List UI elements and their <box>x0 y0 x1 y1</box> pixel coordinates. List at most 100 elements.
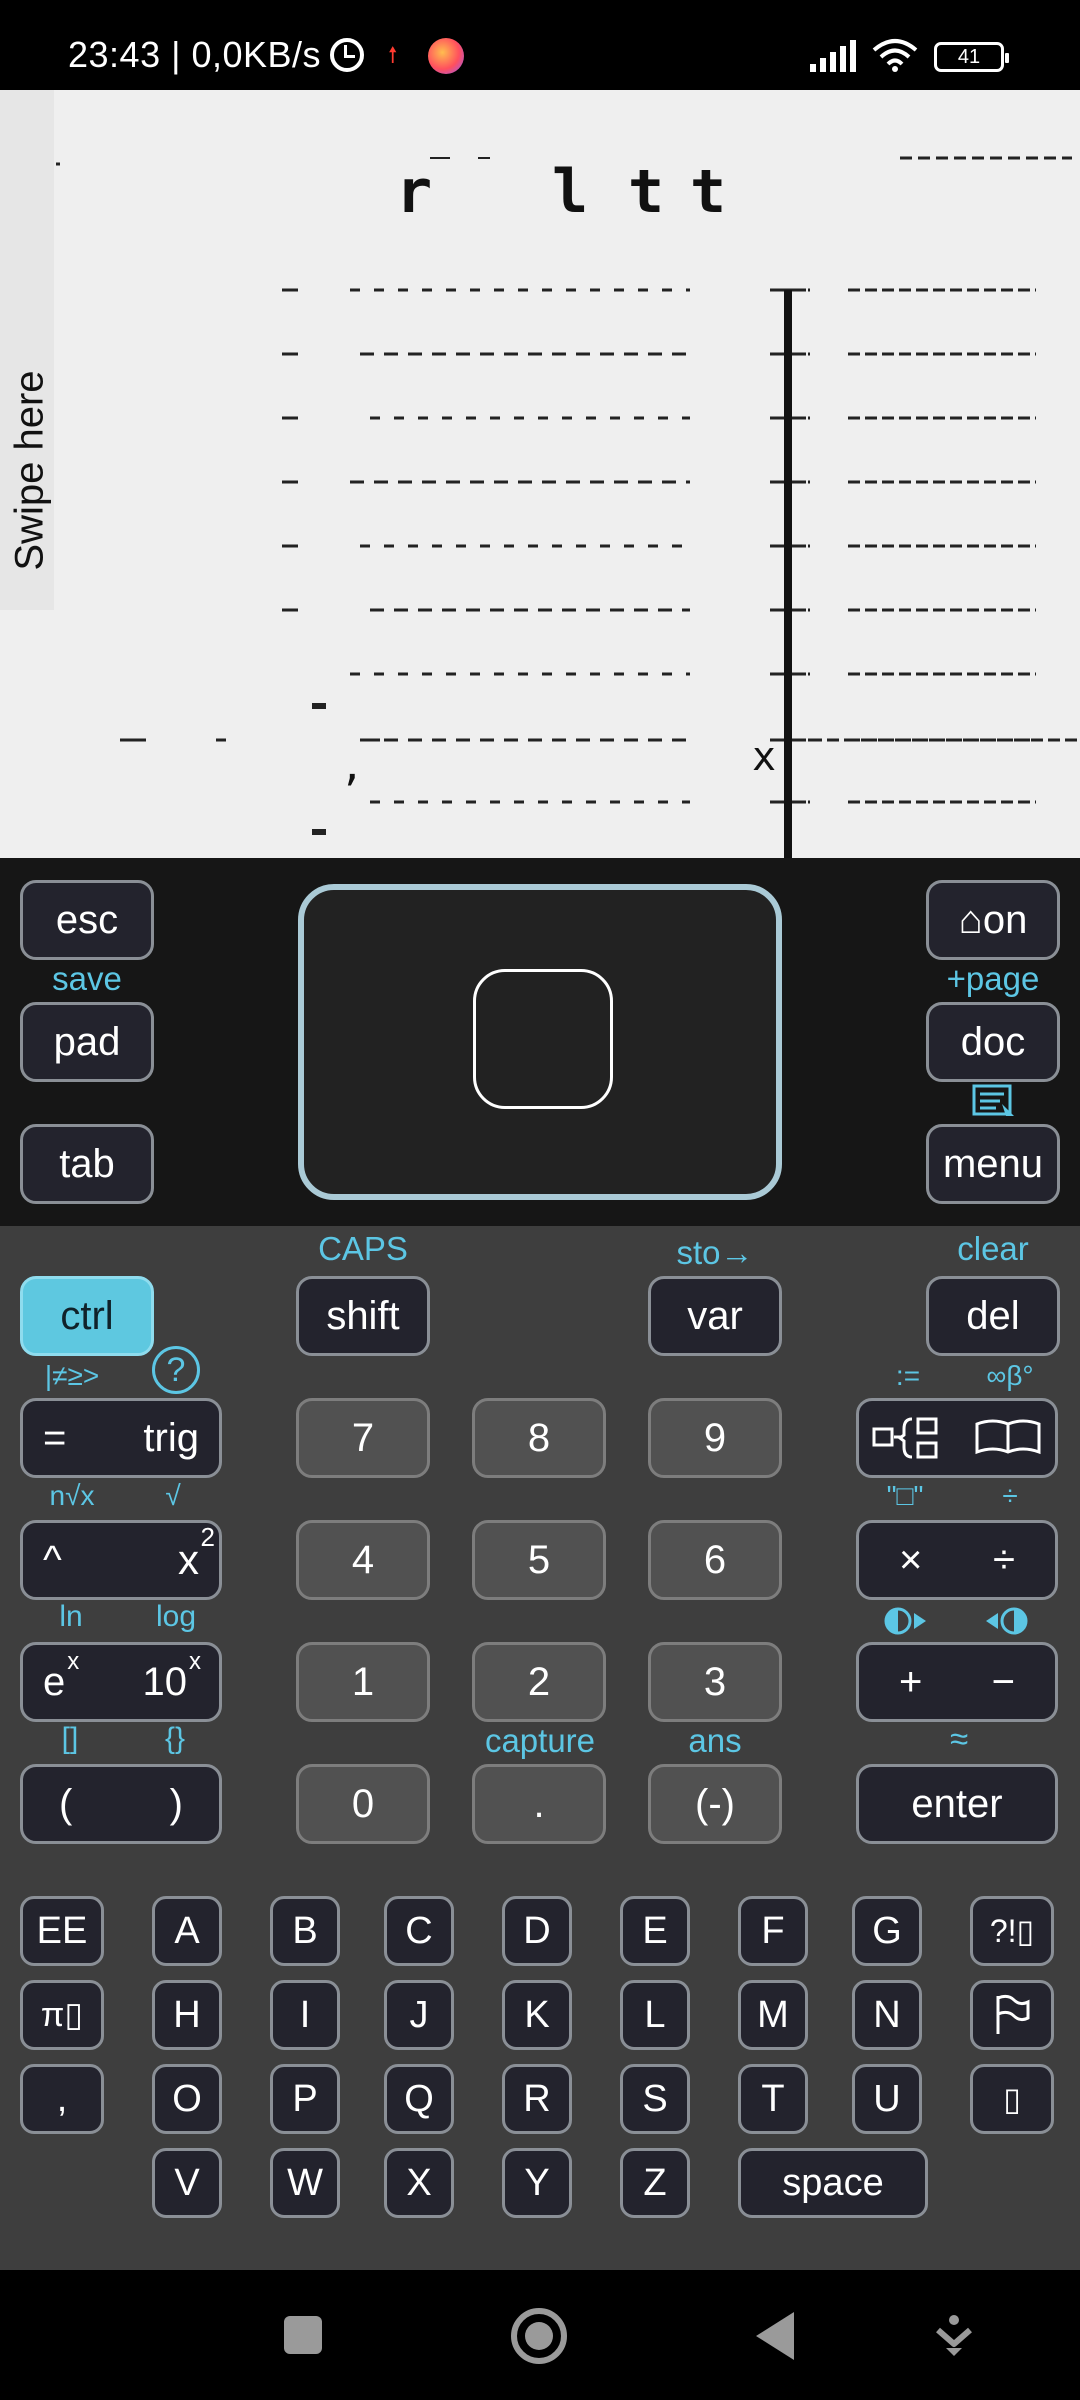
ctrl-button[interactable]: ctrl <box>20 1276 154 1356</box>
square-label: x2 <box>178 1522 215 1584</box>
letter-key-h[interactable]: H <box>152 1980 222 2050</box>
back-icon[interactable] <box>756 2312 794 2360</box>
decimal-point-button[interactable]: . <box>472 1764 606 1844</box>
key-9[interactable]: 9 <box>648 1398 782 1478</box>
letter-key-d[interactable]: D <box>502 1896 572 1966</box>
menu-label: menu <box>942 1141 1044 1186</box>
letter-key-x[interactable]: X <box>384 2148 454 2218</box>
letter-key-k[interactable]: K <box>502 1980 572 2050</box>
return-key[interactable]: ▯ <box>970 2064 1054 2134</box>
letter-key-y[interactable]: Y <box>502 2148 572 2218</box>
letter-key-j[interactable]: J <box>384 1980 454 2050</box>
multiply-divide-button[interactable]: × ÷ <box>856 1520 1058 1600</box>
letter-key-c[interactable]: C <box>384 1896 454 1966</box>
parentheses-button[interactable]: () <box>20 1764 222 1844</box>
letter-n-label: N <box>873 1993 901 2036</box>
pi-key-label: π▯ <box>40 1996 84 2034</box>
plus-minus-button[interactable]: + − <box>856 1642 1058 1722</box>
key-1-label: 1 <box>351 1659 375 1704</box>
status-bar: 23:43 | 0,0KB/s 🠕 41 <box>0 0 1080 90</box>
letter-key-n[interactable]: N <box>852 1980 922 2050</box>
divide-label: ÷ <box>993 1537 1015 1582</box>
letter-key-q[interactable]: Q <box>384 2064 454 2134</box>
equals-trig-button[interactable]: = trig <box>20 1398 222 1478</box>
key-1[interactable]: 1 <box>296 1642 430 1722</box>
letter-key-o[interactable]: O <box>152 2064 222 2134</box>
help-icon[interactable]: ? <box>152 1346 200 1394</box>
tab-label: tab <box>59 1141 115 1186</box>
template-catalog-button[interactable] <box>856 1398 1058 1478</box>
cell-rows <box>56 156 1080 835</box>
letter-key-v[interactable]: V <box>152 2148 222 2218</box>
brackets-sublabel: [] <box>61 1722 79 1755</box>
shift-button[interactable]: shift <box>296 1276 430 1356</box>
key-7-label: 7 <box>351 1415 375 1460</box>
top-control-panel: esc save pad tab ⌂on +page doc menu <box>0 858 1080 1226</box>
recent-apps-icon[interactable] <box>284 2316 322 2354</box>
key-2-label: 2 <box>527 1659 551 1704</box>
letter-w-label: W <box>287 2161 323 2204</box>
multiply-label: × <box>899 1537 923 1582</box>
letter-key-a[interactable]: A <box>152 1896 222 1966</box>
touchpad-center-button[interactable] <box>473 969 613 1109</box>
del-button[interactable]: del <box>926 1276 1060 1356</box>
letter-e-label: E <box>642 1909 668 1952</box>
calculator-screen[interactable]: Swipe here r l t t , x <box>0 90 1080 858</box>
enter-button[interactable]: enter <box>856 1764 1058 1844</box>
letter-key-l[interactable]: L <box>620 1980 690 2050</box>
tab-button[interactable]: tab <box>20 1124 154 1204</box>
home-icon[interactable] <box>511 2308 567 2364</box>
compare-sublabel: |≠≥> <box>44 1360 100 1391</box>
flag-key[interactable] <box>970 1980 1054 2050</box>
ans-sublabel: ans <box>688 1722 742 1759</box>
space-key[interactable]: space <box>738 2148 928 2218</box>
comma-key[interactable]: , <box>20 2064 104 2134</box>
letter-key-b[interactable]: B <box>270 1896 340 1966</box>
letter-key-r[interactable]: R <box>502 2064 572 2134</box>
caps-label: CAPS <box>318 1230 408 1267</box>
plus-label: + <box>899 1659 923 1704</box>
esc-label: esc <box>55 897 119 942</box>
spreadsheet-view[interactable]: r l t t , x <box>0 90 1080 858</box>
doc-button[interactable]: doc <box>926 1002 1060 1082</box>
letter-key-g[interactable]: G <box>852 1896 922 1966</box>
upload-icon: 🠕 <box>388 42 398 67</box>
touchpad[interactable] <box>298 884 782 1200</box>
key-7[interactable]: 7 <box>296 1398 430 1478</box>
letter-l-label: L <box>644 1993 666 2036</box>
key-8[interactable]: 8 <box>472 1398 606 1478</box>
key-6[interactable]: 6 <box>648 1520 782 1600</box>
key-2[interactable]: 2 <box>472 1642 606 1722</box>
punctuation-key[interactable]: ?!▯ <box>970 1896 1054 1966</box>
power-square-button[interactable]: ^ x2 <box>20 1520 222 1600</box>
letter-p-label: P <box>292 2077 318 2120</box>
letter-key-w[interactable]: W <box>270 2148 340 2218</box>
letter-key-e[interactable]: E <box>620 1896 690 1966</box>
key-3[interactable]: 3 <box>648 1642 782 1722</box>
ee-key[interactable]: EE <box>20 1896 104 1966</box>
letter-key-p[interactable]: P <box>270 2064 340 2134</box>
braces-sublabel: {} <box>164 1722 186 1755</box>
key-0[interactable]: 0 <box>296 1764 430 1844</box>
letter-key-m[interactable]: M <box>738 1980 808 2050</box>
letter-key-t[interactable]: T <box>738 2064 808 2134</box>
letter-key-i[interactable]: I <box>270 1980 340 2050</box>
menu-button[interactable]: menu <box>926 1124 1060 1204</box>
letter-key-z[interactable]: Z <box>620 2148 690 2218</box>
var-button[interactable]: var <box>648 1276 782 1356</box>
exp-ten-power-button[interactable]: ex 10 x <box>20 1642 222 1722</box>
pad-button[interactable]: pad <box>20 1002 154 1082</box>
letter-b-label: B <box>292 1909 318 1952</box>
menu-context-icon <box>972 1084 1014 1116</box>
ten-superscript: x <box>189 1647 201 1675</box>
negative-button[interactable]: (-) <box>648 1764 782 1844</box>
accessibility-icon[interactable] <box>934 2314 974 2358</box>
esc-button[interactable]: esc <box>20 880 154 960</box>
letter-key-s[interactable]: S <box>620 2064 690 2134</box>
pi-key[interactable]: π▯ <box>20 1980 104 2050</box>
key-5[interactable]: 5 <box>472 1520 606 1600</box>
on-button[interactable]: ⌂on <box>926 880 1060 960</box>
letter-key-u[interactable]: U <box>852 2064 922 2134</box>
letter-key-f[interactable]: F <box>738 1896 808 1966</box>
key-4[interactable]: 4 <box>296 1520 430 1600</box>
